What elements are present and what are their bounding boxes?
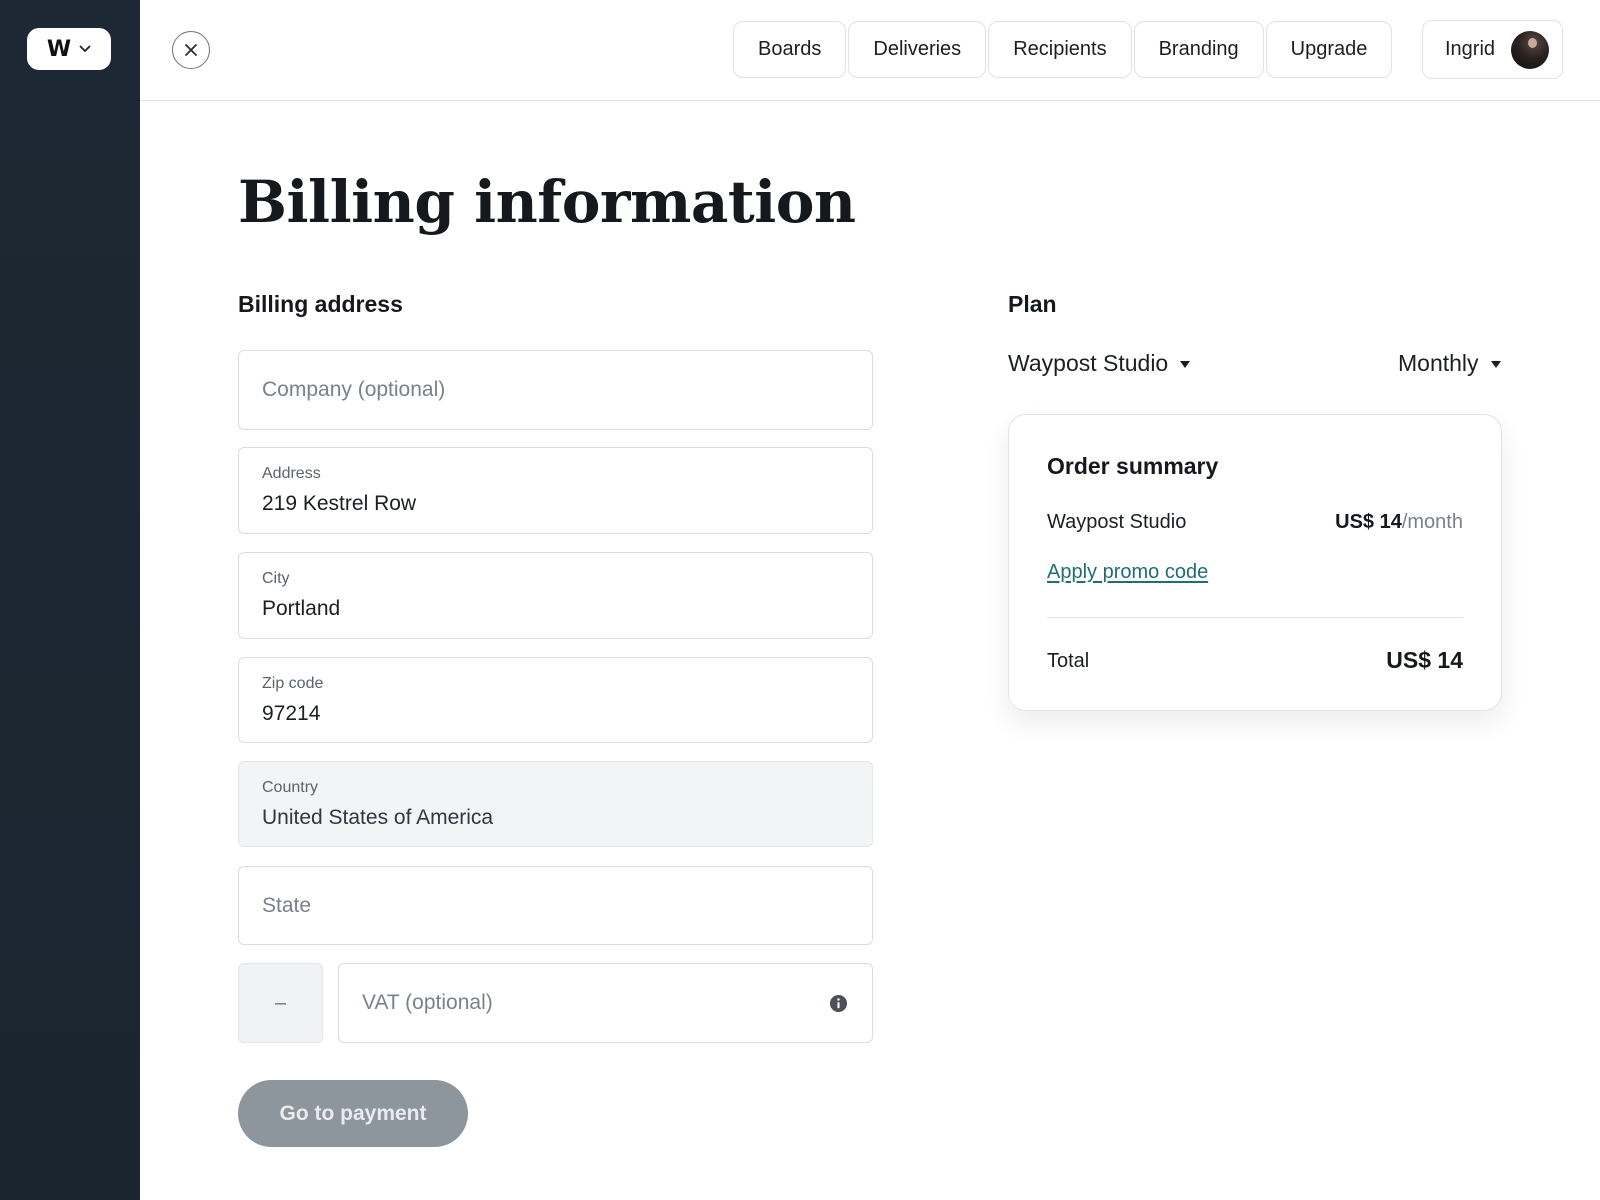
vat-country-prefix[interactable]: –: [238, 963, 323, 1043]
caret-down-icon: [1490, 361, 1501, 368]
order-summary-card: Order summary Waypost Studio US$ 14/mont…: [1008, 414, 1502, 711]
city-value: Portland: [262, 597, 341, 620]
company-placeholder: Company (optional): [262, 378, 446, 401]
page-title: Billing information: [238, 168, 856, 236]
summary-divider: [1047, 617, 1463, 618]
summary-item-price: US$ 14/month: [1335, 511, 1463, 534]
country-value: United States of America: [262, 806, 494, 829]
user-menu-button[interactable]: Ingrid: [1422, 20, 1563, 79]
billing-period-dropdown[interactable]: Monthly: [1398, 350, 1501, 377]
state-placeholder: State: [262, 893, 312, 917]
chevron-down-icon: [79, 45, 91, 52]
vat-placeholder: VAT (optional): [362, 991, 493, 1014]
plan-dropdown[interactable]: Waypost Studio: [1008, 350, 1191, 377]
sidebar: W: [0, 0, 140, 1200]
total-value: US$ 14: [1386, 647, 1463, 673]
nav-recipients[interactable]: Recipients: [988, 21, 1132, 78]
close-icon: [185, 44, 197, 56]
top-header: Boards Deliveries Recipients Branding Up…: [140, 0, 1600, 101]
order-summary-title: Order summary: [1047, 453, 1219, 479]
price-period: /month: [1401, 511, 1463, 533]
apply-promo-code-link[interactable]: Apply promo code: [1047, 561, 1208, 584]
vat-field[interactable]: VAT (optional): [338, 963, 873, 1043]
country-label: Country: [262, 779, 319, 796]
billing-period-value: Monthly: [1398, 350, 1479, 376]
zip-code-label: Zip code: [262, 675, 324, 692]
plan-heading: Plan: [1008, 291, 1057, 317]
country-field: Country United States of America: [238, 761, 873, 847]
summary-item-name: Waypost Studio: [1047, 511, 1187, 533]
address-label: Address: [262, 465, 321, 482]
state-field[interactable]: State: [238, 866, 873, 945]
caret-down-icon: [1180, 361, 1191, 368]
address-value: 219 Kestrel Row: [262, 492, 417, 515]
plan-dropdown-value: Waypost Studio: [1008, 350, 1169, 376]
avatar: [1511, 31, 1549, 69]
zip-code-field[interactable]: Zip code 97214: [238, 657, 873, 743]
nav-deliveries[interactable]: Deliveries: [848, 21, 987, 78]
workspace-switcher[interactable]: W: [27, 28, 111, 70]
w-logo-icon: W: [46, 36, 71, 62]
info-icon[interactable]: [829, 994, 848, 1013]
nav-upgrade[interactable]: Upgrade: [1265, 21, 1393, 78]
total-label: Total: [1047, 650, 1090, 672]
address-field[interactable]: Address 219 Kestrel Row: [238, 447, 873, 534]
city-label: City: [262, 570, 290, 587]
user-name: Ingrid: [1445, 38, 1496, 60]
nav-boards[interactable]: Boards: [733, 21, 847, 78]
top-nav: Boards Deliveries Recipients Branding Up…: [733, 21, 1394, 78]
billing-address-heading: Billing address: [238, 291, 403, 317]
nav-branding[interactable]: Branding: [1133, 21, 1264, 78]
close-button[interactable]: [172, 31, 210, 69]
price-amount: US$ 14: [1335, 511, 1402, 533]
company-field[interactable]: Company (optional): [238, 350, 873, 430]
go-to-payment-button[interactable]: Go to payment: [238, 1080, 468, 1147]
city-field[interactable]: City Portland: [238, 552, 873, 639]
zip-code-value: 97214: [262, 702, 321, 725]
